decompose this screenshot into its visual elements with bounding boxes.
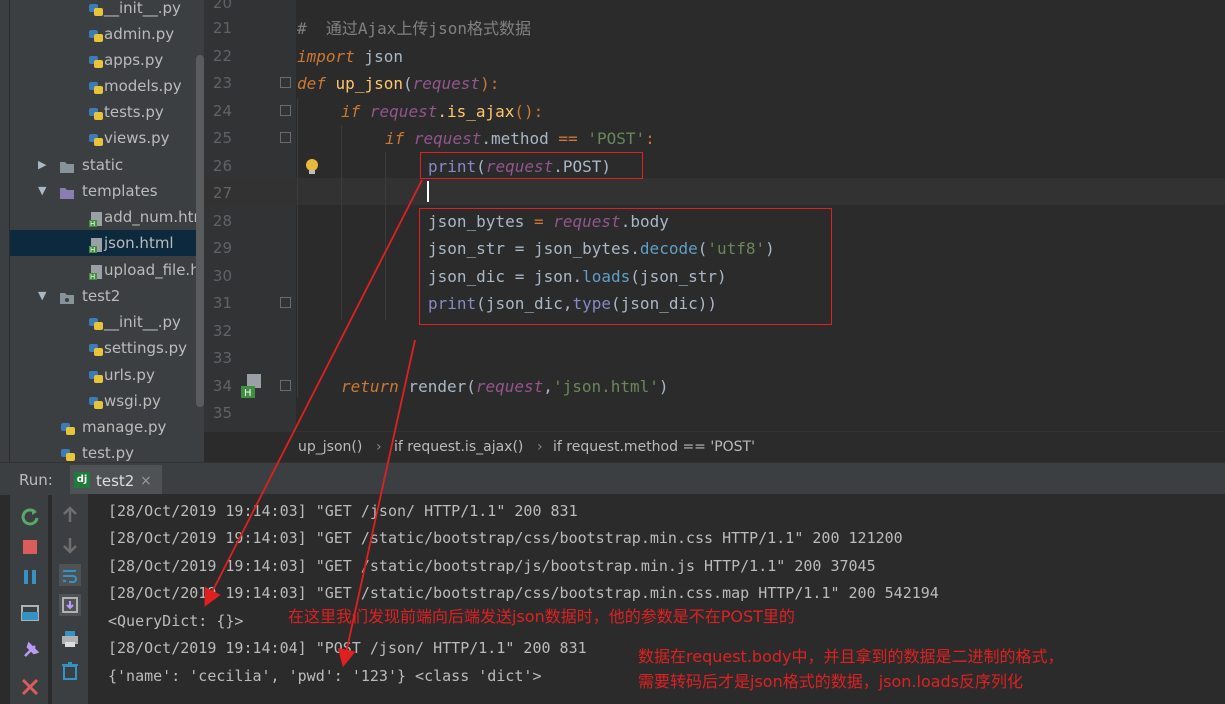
annotation-note-post: 在这里我们发现前端向后端发送json数据时，他的参数是不在POST里的 (288, 607, 795, 626)
annotation-note-body-2: 需要转码后才是json格式的数据，json.loads反序列化 (638, 672, 1024, 691)
annotation-arrows (204, 179, 423, 668)
annotation-arrow-querydict (204, 179, 423, 607)
annotation-note-body-1: 数据在request.body中，并且拿到的数据是二进制的格式， (638, 647, 1064, 666)
